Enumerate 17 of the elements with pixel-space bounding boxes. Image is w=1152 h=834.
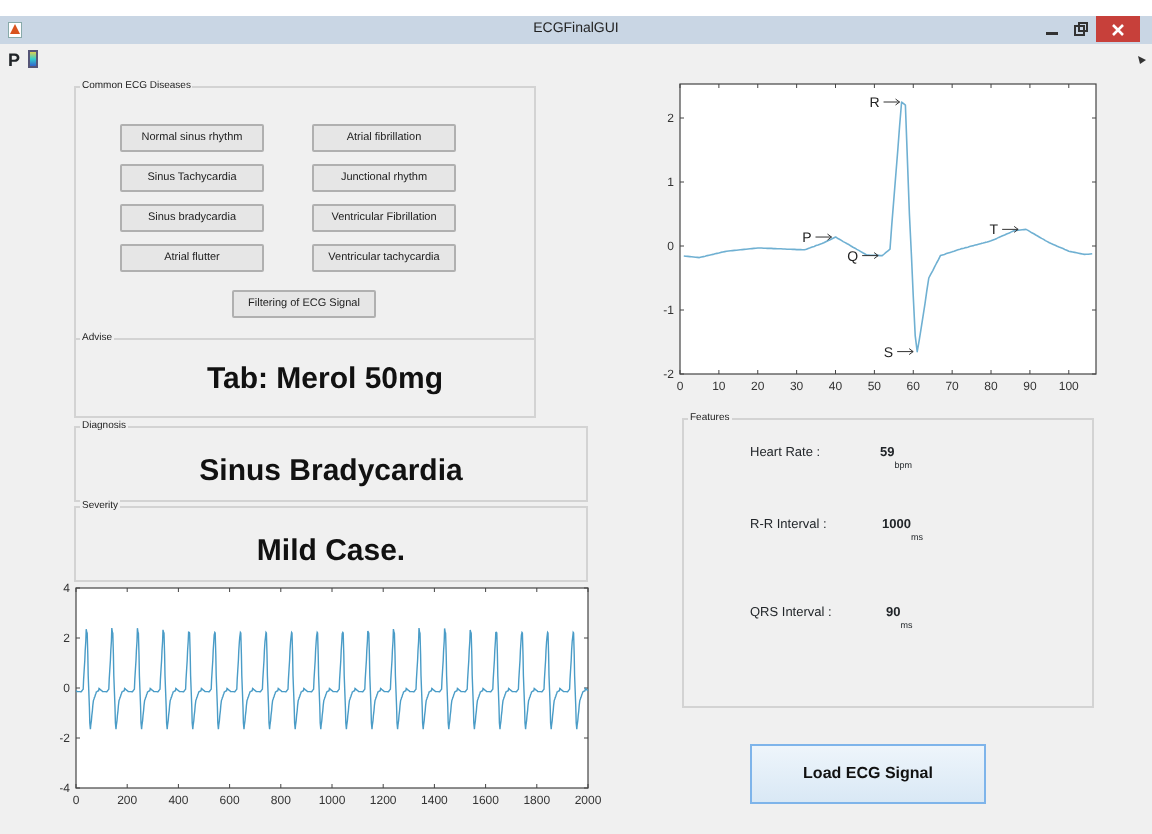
severity-text: Mild Case. — [256, 534, 406, 568]
pointer-arrow — [861, 252, 879, 260]
restore-icon — [1073, 22, 1087, 36]
load-signal-button[interactable]: Load ECG Signal — [750, 744, 986, 804]
pointer-arrow — [815, 233, 832, 241]
app-icon — [8, 22, 22, 38]
colorbar-icon[interactable] — [28, 50, 39, 68]
advice-text: Tab: Merol 50mg — [204, 360, 446, 400]
restore-button[interactable] — [1068, 16, 1092, 42]
close-icon — [1112, 23, 1124, 35]
pointer-arrow — [1001, 225, 1019, 233]
diagnosis-text: Sinus Bradycardia — [199, 454, 463, 488]
pointer-arrow — [896, 348, 914, 356]
close-button[interactable] — [1096, 16, 1140, 42]
toolbar-button[interactable]: P — [8, 49, 21, 69]
expand-icon[interactable] — [1138, 56, 1146, 64]
pointer-arrow — [883, 98, 901, 106]
